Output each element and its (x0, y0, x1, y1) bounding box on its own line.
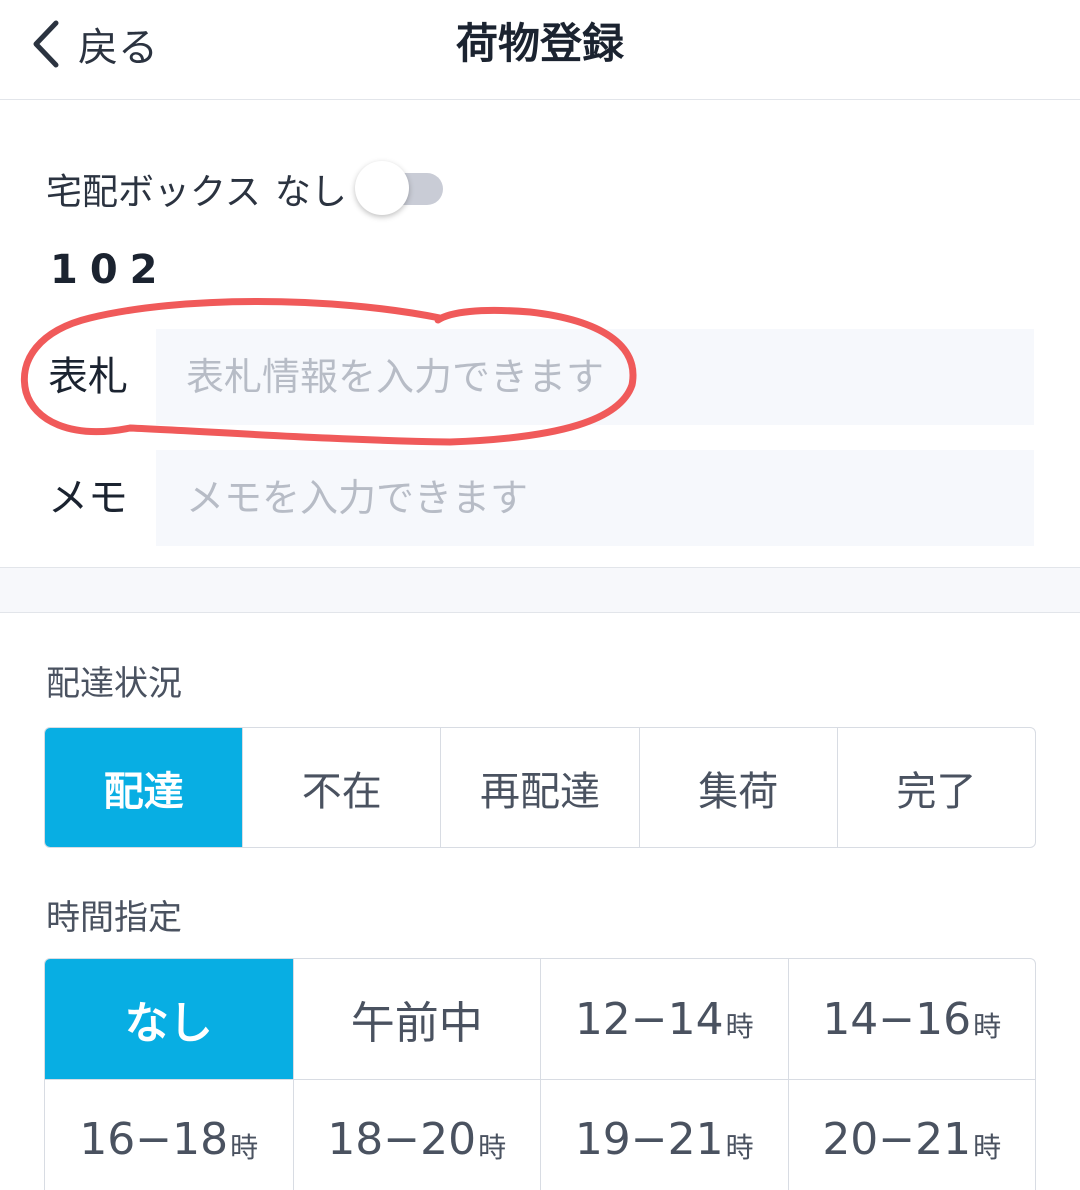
time-unit: 時 (973, 1010, 1002, 1043)
header-bar: 戻る 荷物登録 (0, 0, 1080, 100)
time-unit: 時 (230, 1130, 259, 1164)
memo-row: メモ (0, 450, 1080, 546)
nameplate-label: 表札 (48, 354, 128, 400)
toggle-knob (354, 161, 409, 215)
nameplate-input[interactable] (156, 329, 1034, 425)
time-slot-grid: なし 午前中 12−14 時 14−16 時 16−18 時 18−20 時 19−21… (44, 958, 1036, 1190)
time-unit: 時 (478, 1130, 507, 1164)
status-option-absent[interactable]: 不在 (242, 728, 440, 847)
time-option-text: 19−21 (574, 1114, 724, 1165)
time-option-18-20[interactable]: 18−20 時 (292, 1079, 540, 1190)
time-option-morning[interactable]: 午前中 (292, 959, 541, 1079)
page-title: 荷物登録 (455, 19, 624, 68)
time-option-text: 16−18 (79, 1114, 229, 1165)
time-option-text: なし (124, 998, 213, 1049)
time-unit: 時 (973, 1130, 1002, 1164)
status-option-delivery[interactable]: 配達 (45, 728, 243, 847)
time-option-12-14[interactable]: 12−14 時 (540, 959, 788, 1079)
time-option-text: 20−21 (822, 1114, 972, 1165)
memo-input[interactable] (156, 450, 1034, 546)
time-option-text: 12−14 (574, 993, 724, 1045)
time-slot-label: 時間指定 (46, 898, 182, 938)
delivery-box-row: 宅配ボックス なし (46, 159, 443, 219)
delivery-status-segmented: 配達 不在 再配達 集荷 完了 (44, 727, 1036, 848)
status-option-pickup[interactable]: 集荷 (638, 728, 837, 847)
time-unit: 時 (725, 1010, 754, 1043)
nameplate-row: 表札 (0, 329, 1080, 425)
memo-label: メモ (48, 475, 128, 521)
delivery-box-label: 宅配ボックス (46, 172, 261, 213)
delivery-status-label: 配達状況 (46, 664, 182, 704)
status-option-complete[interactable]: 完了 (836, 728, 1035, 847)
section-divider (0, 567, 1080, 613)
time-option-19-21[interactable]: 19−21 時 (540, 1079, 788, 1190)
time-option-text: 14−16 (822, 993, 972, 1045)
time-option-16-18[interactable]: 16−18 時 (45, 1079, 293, 1190)
time-option-20-21[interactable]: 20−21 時 (787, 1079, 1035, 1190)
delivery-box-status: なし (274, 172, 347, 213)
time-option-text: 18−20 (327, 1114, 477, 1165)
delivery-box-toggle[interactable] (354, 161, 443, 215)
time-unit: 時 (725, 1130, 754, 1164)
time-option-14-16[interactable]: 14−16 時 (787, 959, 1036, 1079)
room-number: 102 (50, 247, 170, 293)
package-info-section: 宅配ボックス なし 102 表札 メモ (0, 101, 1080, 567)
time-option-text: 午前中 (350, 998, 483, 1049)
time-option-none[interactable]: なし (45, 959, 293, 1079)
status-option-redelivery[interactable]: 再配達 (440, 728, 638, 847)
